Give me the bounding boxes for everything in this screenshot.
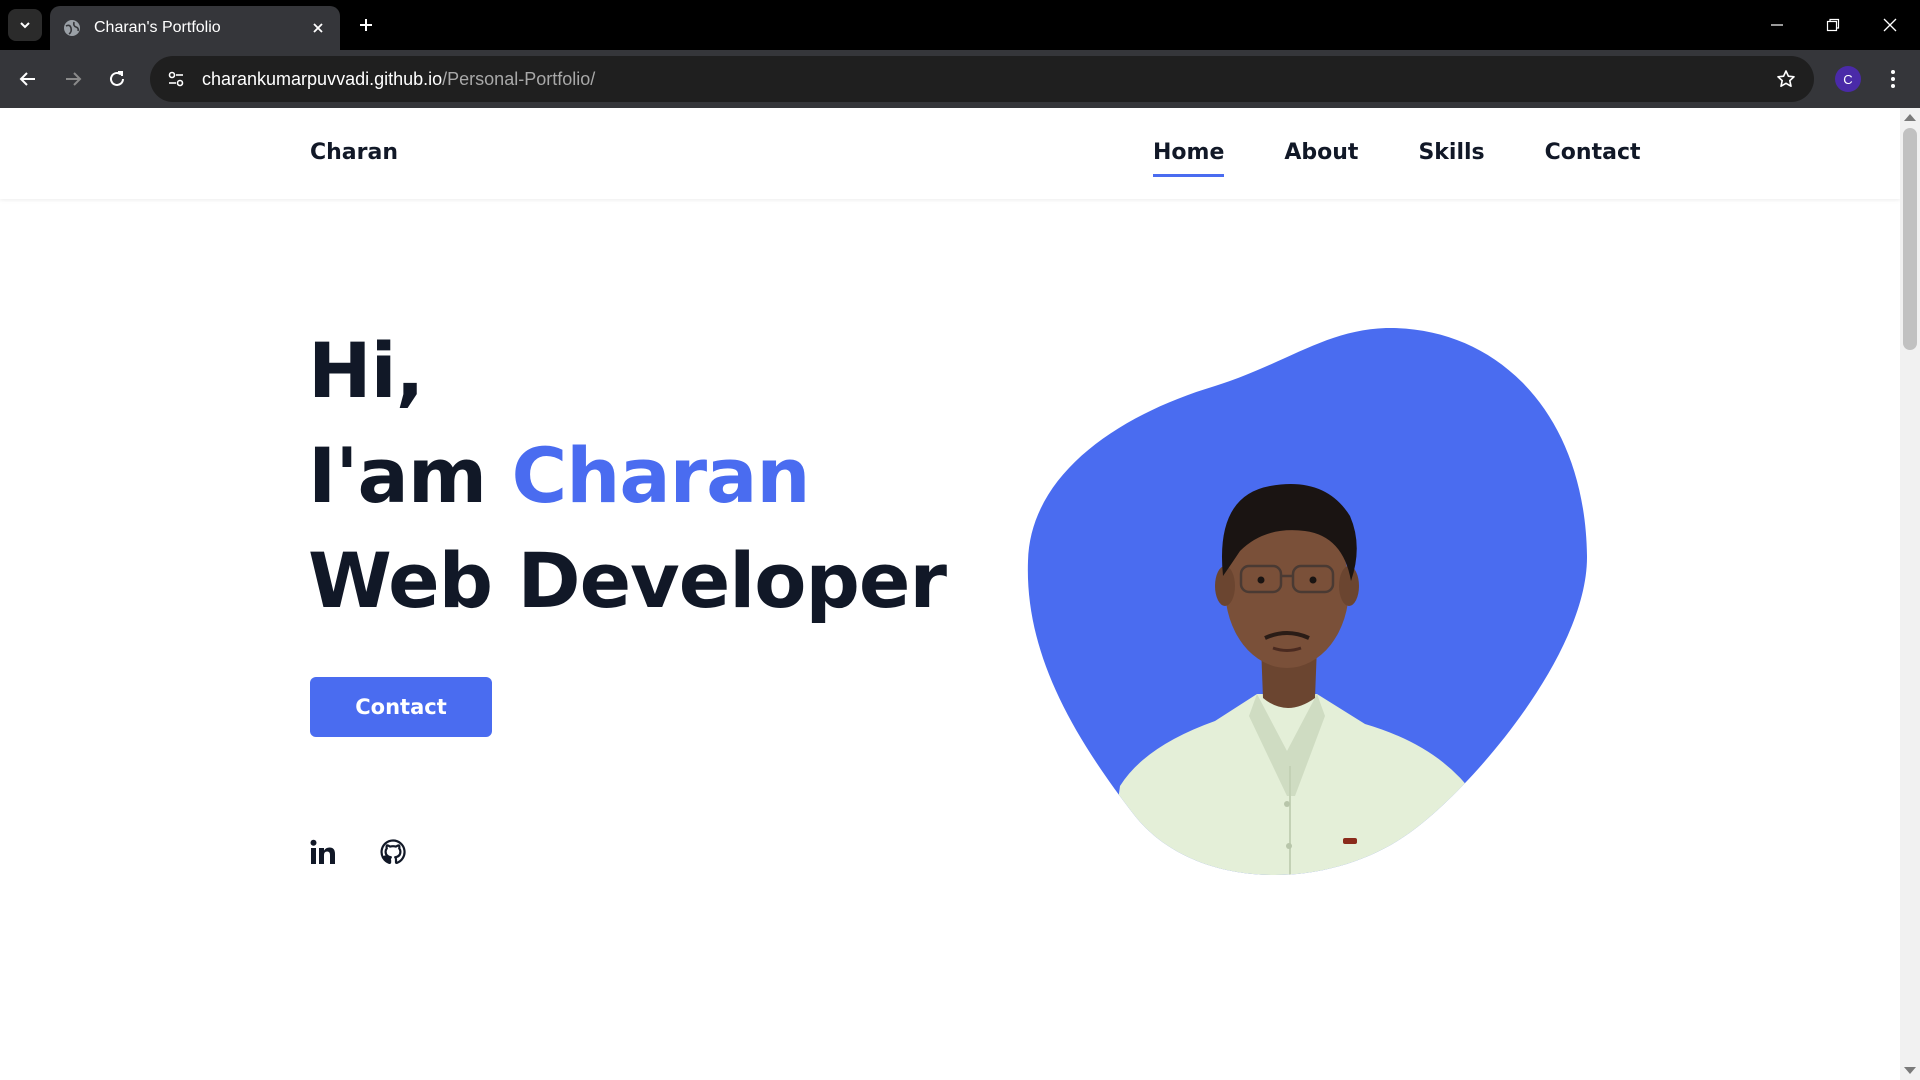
site-info-button[interactable] xyxy=(154,56,198,102)
globe-icon xyxy=(64,20,80,36)
hero-greeting: Hi, xyxy=(308,326,425,415)
nav-link-skills[interactable]: Skills xyxy=(1418,140,1484,177)
tab-close-button[interactable] xyxy=(308,18,328,38)
minimize-icon xyxy=(1771,24,1783,26)
contact-button[interactable]: Contact xyxy=(310,677,492,737)
main-nav: Home About Skills Contact xyxy=(1153,140,1641,177)
url-text: charankumarpuvvadi.github.io/Personal-Po… xyxy=(202,69,595,90)
nav-link-contact[interactable]: Contact xyxy=(1545,140,1641,177)
reload-button[interactable] xyxy=(99,61,135,97)
chevron-down-icon xyxy=(20,22,30,29)
browser-menu-button[interactable] xyxy=(1878,64,1908,94)
new-tab-button[interactable] xyxy=(352,11,380,39)
hero-title: Hi, I'am Charan Web Developer xyxy=(308,318,947,633)
kebab-menu-icon xyxy=(1891,70,1895,88)
forward-arrow-icon xyxy=(66,72,82,86)
close-window-button[interactable] xyxy=(1870,10,1910,40)
scroll-up-icon[interactable] xyxy=(1904,114,1916,121)
url-host: charankumarpuvvadi.github.io xyxy=(202,68,443,89)
back-arrow-icon xyxy=(19,72,35,86)
page-scrollbar[interactable] xyxy=(1900,108,1920,1080)
social-links xyxy=(310,838,406,866)
github-icon xyxy=(380,839,406,865)
linkedin-icon xyxy=(310,839,335,864)
browser-toolbar: charankumarpuvvadi.github.io/Personal-Po… xyxy=(0,50,1920,108)
page-viewport: Charan Home About Skills Contact Hi, I'a… xyxy=(0,108,1900,1080)
hero-intro-prefix: I'am xyxy=(308,431,512,520)
site-logo[interactable]: Charan xyxy=(310,140,398,165)
github-link[interactable] xyxy=(380,838,406,866)
tab-search-button[interactable] xyxy=(8,9,42,41)
site-info-icon xyxy=(168,71,184,87)
address-bar[interactable]: charankumarpuvvadi.github.io/Personal-Po… xyxy=(150,56,1814,102)
restore-icon xyxy=(1826,18,1840,32)
restore-button[interactable] xyxy=(1813,10,1853,40)
star-icon xyxy=(1777,70,1795,87)
close-window-icon xyxy=(1883,18,1897,32)
forward-button[interactable] xyxy=(55,61,91,97)
reload-icon xyxy=(110,71,124,86)
minimize-button[interactable] xyxy=(1757,10,1797,40)
site-header: Charan Home About Skills Contact xyxy=(0,108,1900,199)
browser-tab[interactable]: Charan's Portfolio xyxy=(50,6,340,50)
url-path: /Personal-Portfolio/ xyxy=(442,68,596,89)
plus-icon xyxy=(360,19,372,31)
browser-tab-strip: Charan's Portfolio xyxy=(0,0,1920,50)
nav-link-home[interactable]: Home xyxy=(1153,140,1225,177)
nav-link-about[interactable]: About xyxy=(1284,140,1358,177)
scroll-down-icon[interactable] xyxy=(1904,1067,1916,1074)
tab-title: Charan's Portfolio xyxy=(94,19,221,36)
back-button[interactable] xyxy=(10,61,46,97)
close-icon xyxy=(313,23,323,33)
hero-name: Charan xyxy=(511,431,810,520)
scrollbar-thumb[interactable] xyxy=(1903,128,1917,350)
profile-avatar[interactable]: C xyxy=(1835,66,1861,92)
hero-portrait-blob xyxy=(1027,327,1588,876)
hero-role: Web Developer xyxy=(308,536,947,625)
linkedin-link[interactable] xyxy=(310,838,336,866)
bookmark-button[interactable] xyxy=(1772,65,1800,93)
